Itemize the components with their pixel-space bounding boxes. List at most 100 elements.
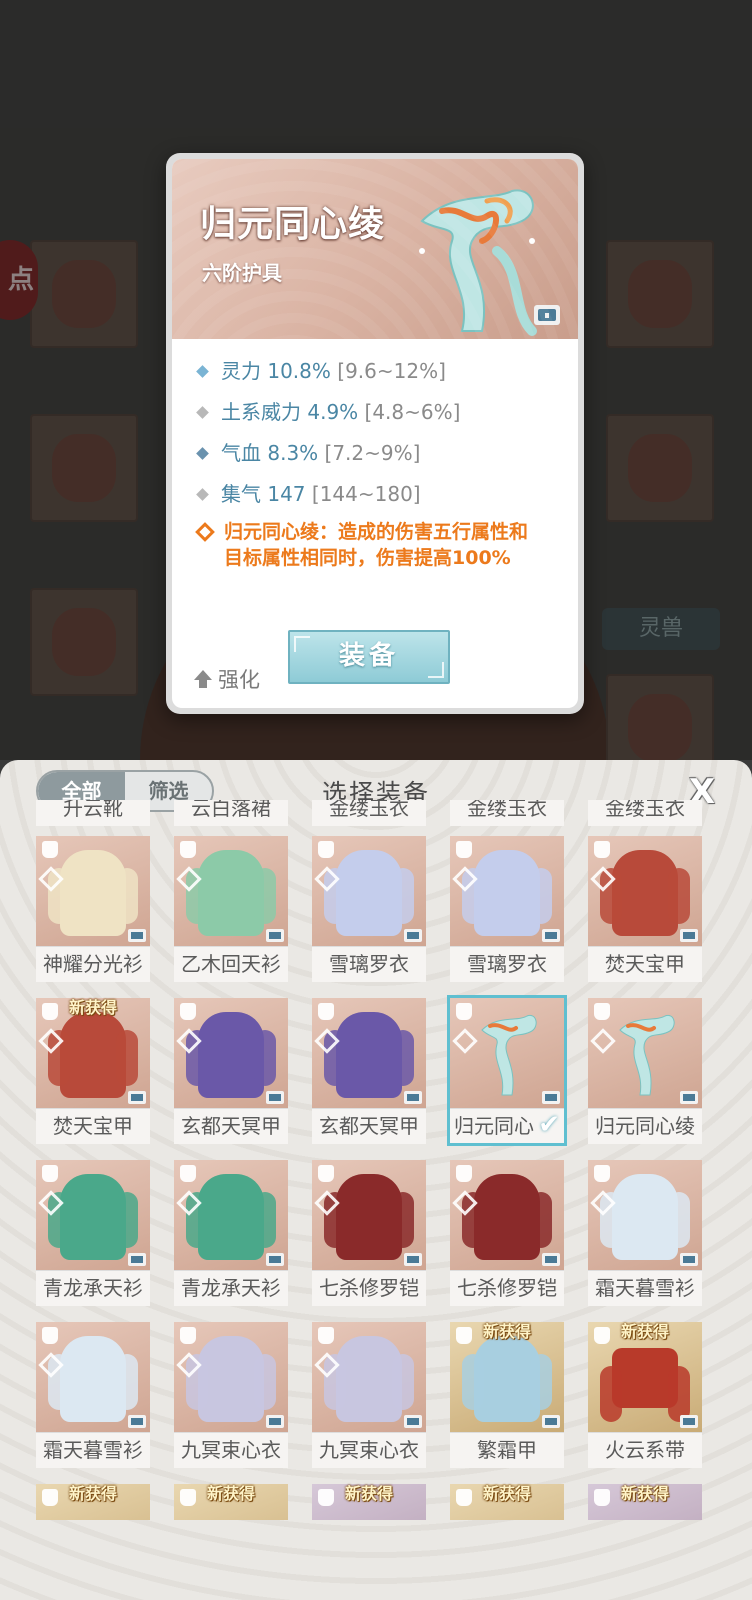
equipment-card[interactable]: 九冥束心衣 [174, 1322, 288, 1468]
storage-chest-icon [128, 1091, 146, 1104]
item-header: 归元同心绫 六阶护具 [172, 159, 578, 339]
storage-chest-icon [542, 929, 560, 942]
new-badge: 新获得 [68, 1484, 117, 1503]
equipment-name: 金缕玉衣 [312, 800, 426, 826]
equipment-name: 七杀修罗铠 [450, 1270, 564, 1306]
equipment-card[interactable]: 归元同心绫 [588, 998, 702, 1144]
diamond-bullet-icon [196, 447, 209, 460]
equipment-card[interactable]: 金缕玉衣 [588, 800, 702, 826]
equipment-card[interactable]: 青龙承天衫 [174, 1160, 288, 1306]
equipment-name: 玄都天冥甲 [174, 1108, 288, 1144]
equipment-card[interactable]: 雪璃罗衣 [312, 836, 426, 982]
robe-art [186, 1174, 276, 1260]
equipment-card[interactable]: 新获得 [450, 1484, 564, 1520]
equipment-card[interactable]: 金缕玉衣 [312, 800, 426, 826]
stat-line: 集气 147 [144~180] [194, 474, 566, 515]
armor-category-icon [590, 1000, 614, 1024]
storage-chest-icon [266, 1091, 284, 1104]
equip-button[interactable]: 装备 [288, 630, 450, 684]
equipment-card[interactable]: 乙木回天衫 [174, 836, 288, 982]
storage-chest-icon [128, 929, 146, 942]
storage-chest-icon [266, 929, 284, 942]
new-badge: 新获得 [206, 1484, 255, 1503]
armor-category-icon [590, 1162, 614, 1186]
equipment-card[interactable]: 玄都天冥甲 [312, 998, 426, 1144]
equipment-card[interactable]: 云白落裙 [174, 800, 288, 826]
strengthen-button[interactable]: 强化 [194, 664, 260, 694]
equipment-card[interactable]: 九冥束心衣 [312, 1322, 426, 1468]
equipment-card[interactable]: 青龙承天衫 [36, 1160, 150, 1306]
equipment-card[interactable]: 新获得 [312, 1484, 426, 1520]
stat-value: 土系威力 4.9% [221, 400, 359, 424]
robe-art [186, 1336, 276, 1422]
robe-art [48, 850, 138, 936]
equipment-select-panel: 全部 筛选 选择装备 X 升云靴 云白落裙 金缕玉衣 金缕玉衣 金缕玉衣 神耀分… [0, 760, 752, 1600]
storage-chest-icon [542, 1415, 560, 1428]
equipment-card[interactable]: 新获得 [588, 1484, 702, 1520]
storage-chest-icon [266, 1415, 284, 1428]
special-effect-icon [195, 522, 215, 542]
equipment-name: 玄都天冥甲 [312, 1108, 426, 1144]
new-badge: 新获得 [620, 1484, 669, 1503]
equipment-name: 归元同心绫 [588, 1108, 702, 1144]
storage-chest-icon [128, 1415, 146, 1428]
equipment-card[interactable]: 七杀修罗铠 [312, 1160, 426, 1306]
equipment-name: 青龙承天衫 [174, 1270, 288, 1306]
new-badge: 新获得 [620, 1322, 669, 1341]
equipment-name: 金缕玉衣 [588, 800, 702, 826]
equipment-card[interactable]: 霜天暮雪衫 [588, 1160, 702, 1306]
stat-line: 灵力 10.8% [9.6~12%] [194, 351, 566, 392]
special-effect-line: 归元同心绫：造成的伤害五行属性和 [224, 521, 529, 543]
equipment-card[interactable]: 新获得 [174, 1484, 288, 1520]
equipment-card[interactable]: 新获得 繁霜甲 [450, 1322, 564, 1468]
robe-art [48, 1174, 138, 1260]
armor-category-icon [314, 838, 338, 862]
storage-chest-icon [542, 1091, 560, 1104]
equipment-card[interactable]: 雪璃罗衣 [450, 836, 564, 982]
armor-art [324, 1012, 414, 1098]
equipment-name: 焚天宝甲 [36, 1108, 150, 1144]
storage-chest-icon [404, 1253, 422, 1266]
item-art-ribbon [419, 189, 537, 336]
armor-category-icon [38, 1162, 62, 1186]
equipment-card[interactable]: 玄都天冥甲 [174, 998, 288, 1144]
equipment-card[interactable]: 神耀分光衫 [36, 836, 150, 982]
equipment-name: 雪璃罗衣 [312, 946, 426, 982]
ribbon-art [619, 1014, 675, 1096]
armor-category-icon [452, 1000, 476, 1024]
storage-chest-icon [404, 1091, 422, 1104]
armor-art [600, 850, 690, 936]
equipment-card-selected[interactable]: 归元同心 ✔ [447, 995, 567, 1146]
robe-art [324, 850, 414, 936]
equipment-card[interactable]: 金缕玉衣 [450, 800, 564, 826]
equipment-grid: 升云靴 云白落裙 金缕玉衣 金缕玉衣 金缕玉衣 神耀分光衫 乙木回天衫 雪璃罗衣… [36, 800, 716, 1520]
equipment-card[interactable]: 新获得 焚天宝甲 [36, 998, 150, 1144]
equipment-name: 焚天宝甲 [588, 946, 702, 982]
storage-chest-icon [404, 929, 422, 942]
equipment-name: 升云靴 [36, 800, 150, 826]
diamond-bullet-icon [196, 488, 209, 501]
diamond-bullet-icon [196, 406, 209, 419]
equipment-card[interactable]: 七杀修罗铠 [450, 1160, 564, 1306]
storage-chest-icon [680, 1415, 698, 1428]
armor-category-icon [38, 838, 62, 862]
armor-category-icon [452, 838, 476, 862]
equipment-card[interactable]: 新获得 火云系带 [588, 1322, 702, 1468]
equipment-card[interactable]: 升云靴 [36, 800, 150, 826]
storage-chest-icon [680, 929, 698, 942]
armor-category-icon [176, 1324, 200, 1348]
item-name: 归元同心绫 [200, 204, 386, 245]
robe-art [186, 850, 276, 936]
belt-art [600, 1348, 690, 1422]
armor-art [324, 1174, 414, 1260]
storage-chest-icon [534, 305, 560, 325]
storage-chest-icon [542, 1253, 560, 1266]
equipment-name: 霜天暮雪衫 [36, 1432, 150, 1468]
equipment-card[interactable]: 新获得 [36, 1484, 150, 1520]
equipment-card[interactable]: 霜天暮雪衫 [36, 1322, 150, 1468]
armor-category-icon [590, 838, 614, 862]
equipment-card[interactable]: 焚天宝甲 [588, 836, 702, 982]
stat-range: [9.6~12%] [337, 359, 446, 383]
new-badge: 新获得 [344, 1484, 393, 1503]
equipment-name: 神耀分光衫 [36, 946, 150, 982]
